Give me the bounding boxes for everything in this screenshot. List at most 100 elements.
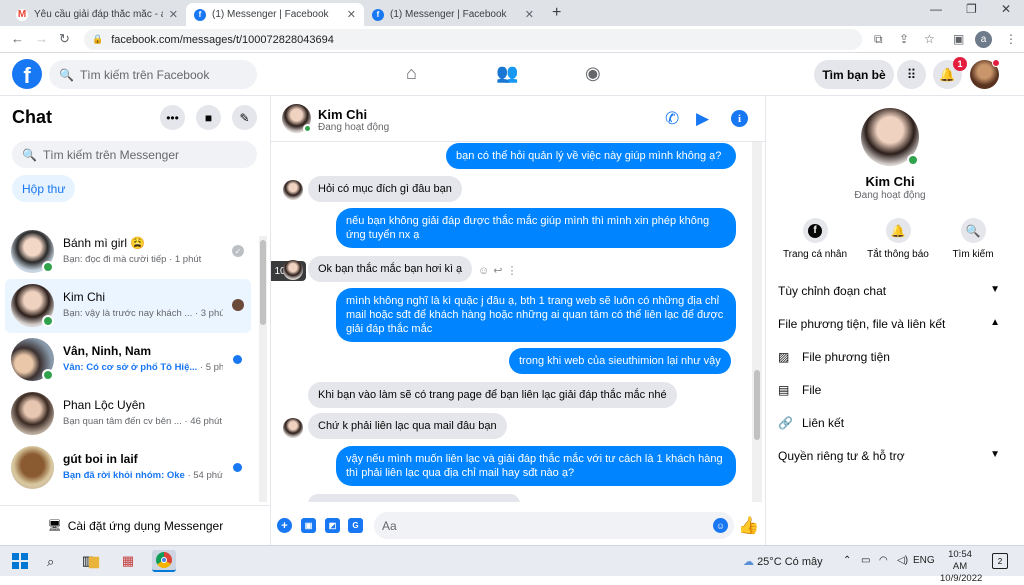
message-bubble-incoming-partial xyxy=(308,494,520,502)
browser-tab-messenger-active[interactable]: f (1) Messenger | Facebook ✕ xyxy=(186,3,364,26)
message-bubble-incoming: Ok bạn thắc mắc bạn hơi kì ạ xyxy=(308,256,473,282)
store-app-icon[interactable]: ▦ xyxy=(116,550,140,572)
links-item[interactable]: 🔗 Liên kết xyxy=(778,416,1000,430)
facebook-search-input[interactable]: 🔍 Tìm kiếm trên Facebook xyxy=(49,60,257,89)
file-explorer-icon[interactable]: ▆ xyxy=(82,550,106,572)
address-bar[interactable]: 🔒 facebook.com/messages/t/10007282804369… xyxy=(84,29,862,50)
conversation-item[interactable]: Vân, Ninh, Nam Vân: Có cơ sở ở phố Tô Hi… xyxy=(5,333,251,387)
find-friends-button[interactable]: Tìm bạn bè xyxy=(814,60,894,89)
browser-tab-strip: M Yêu cầu giải đáp thắc mắc - anht ✕ f (… xyxy=(0,0,1024,26)
conversation-item[interactable]: gút boi in laif Bạn đã rời khỏi nhóm: Ok… xyxy=(5,441,251,495)
close-tab-icon[interactable]: ✕ xyxy=(347,8,356,21)
media-files-item[interactable]: ▨ File phương tiện xyxy=(778,350,1000,364)
file-icon: ▤ xyxy=(778,383,790,397)
conversation-preview: Bạn: đọc đi mà cười tiếp · 1 phút xyxy=(63,254,202,265)
inbox-filter-chip[interactable]: Hộp thư xyxy=(12,175,76,202)
messenger-search-input[interactable]: 🔍 Tìm kiếm trên Messenger xyxy=(12,141,257,168)
groups-icon[interactable]: ◉ xyxy=(585,63,601,84)
windows-start-icon[interactable] xyxy=(12,553,28,569)
taskbar-clock[interactable]: 10:54 AM 10/9/2022 xyxy=(940,549,982,585)
phone-call-icon[interactable]: ✆ xyxy=(665,109,679,129)
search-in-conversation-action[interactable]: 🔍 Tìm kiếm xyxy=(933,218,1013,260)
react-icon[interactable]: ☺ xyxy=(478,265,493,277)
gmail-icon: M xyxy=(16,8,28,21)
forward-icon[interactable]: → xyxy=(35,31,48,46)
conversation-name: Phan Lộc Uyên xyxy=(63,398,146,412)
translate-icon[interactable]: ⧉ xyxy=(874,32,883,47)
back-icon[interactable]: ← xyxy=(11,31,24,46)
attach-photo-icon[interactable]: ▣ xyxy=(301,518,316,533)
close-window-button[interactable]: ✕ xyxy=(1001,2,1011,16)
taskbar-search-icon[interactable]: ⌕ xyxy=(47,554,54,570)
close-tab-icon[interactable]: ✕ xyxy=(169,8,178,21)
new-tab-button[interactable]: + xyxy=(552,4,561,22)
input-language[interactable]: ENG xyxy=(913,555,935,566)
restore-window-button[interactable]: ❐ xyxy=(966,2,977,16)
network-icon[interactable]: ▭ xyxy=(861,555,870,566)
more-options-icon[interactable]: ••• xyxy=(160,105,185,130)
account-avatar[interactable] xyxy=(970,59,1000,89)
link-icon: 🔗 xyxy=(778,416,793,430)
conversation-name: gút boi in laif xyxy=(63,452,138,466)
customize-chat-section[interactable]: Tùy chỉnh đoạn chat ▼ xyxy=(778,284,1000,298)
more-icon[interactable]: ⋮ xyxy=(506,265,521,277)
browser-tab-gmail[interactable]: M Yêu cầu giải đáp thắc mắc - anht ✕ xyxy=(8,3,186,26)
conversation-item[interactable]: Bánh mì girl 😩 Bạn: đọc đi mà cười tiếp … xyxy=(5,225,251,279)
gif-icon[interactable]: G xyxy=(348,518,363,533)
media-files-links-section[interactable]: File phương tiện, file và liên kết ▲ xyxy=(778,317,1000,331)
conversation-item[interactable]: Phan Lộc Uyên Bạn quan tâm đến cv bên ..… xyxy=(5,387,251,441)
friends-icon[interactable]: 👥 xyxy=(496,63,518,84)
video-call-room-icon[interactable]: ■ xyxy=(196,105,221,130)
search-icon: 🔍 xyxy=(59,67,74,82)
sender-avatar xyxy=(283,418,303,438)
chrome-icon[interactable] xyxy=(152,550,176,572)
conversation-item-selected[interactable]: Kim Chi Bạn: vậy là trước nay khách ... … xyxy=(5,279,251,333)
facebook-icon: f xyxy=(194,8,206,21)
chevron-down-icon: ▼ xyxy=(990,449,1000,460)
thumbs-up-icon[interactable]: 👍 xyxy=(738,516,759,536)
more-actions-plus-icon[interactable]: + xyxy=(277,518,292,533)
scrollbar-thumb[interactable] xyxy=(754,370,760,440)
weather-widget[interactable]: ☁ 25°C Có mây xyxy=(743,555,823,568)
conversation-info-icon[interactable]: i xyxy=(731,110,748,127)
online-indicator xyxy=(42,369,54,381)
facebook-logo[interactable]: f xyxy=(12,59,42,89)
mute-notifications-action[interactable]: 🔔 Tắt thông báo xyxy=(858,218,938,260)
privacy-support-section[interactable]: Quyền riêng tư & hỗ trợ ▼ xyxy=(778,449,1000,463)
facebook-icon: f xyxy=(802,218,828,243)
home-icon[interactable]: ⌂ xyxy=(406,63,417,84)
online-indicator xyxy=(42,261,54,273)
online-indicator xyxy=(907,154,919,166)
bookmark-star-icon[interactable]: ☆ xyxy=(924,32,935,46)
new-message-icon[interactable]: ✎ xyxy=(232,105,257,130)
contact-name[interactable]: Kim Chi xyxy=(318,107,367,122)
reload-icon[interactable]: ↻ xyxy=(59,31,70,47)
facebook-header: f 🔍 Tìm kiếm trên Facebook ⌂ 👥 ◉ Tìm bạn… xyxy=(0,53,1024,96)
tray-overflow-icon[interactable]: ⌃ xyxy=(843,555,851,566)
conversation-preview: Vân: Có cơ sở ở phố Tô Hiệ... · 5 phút xyxy=(63,362,223,373)
share-icon[interactable]: ⇪ xyxy=(899,32,909,46)
profile-action[interactable]: f Trang cá nhân xyxy=(775,218,855,260)
install-messenger-app-button[interactable]: 🖥 Cài đặt ứng dụng Messenger xyxy=(0,505,271,545)
video-call-icon[interactable]: ▶ xyxy=(696,109,709,129)
chat-list-scrollbar[interactable] xyxy=(259,236,267,502)
notification-center-icon[interactable]: 2 xyxy=(992,553,1008,569)
browser-profile-avatar[interactable]: a xyxy=(975,31,992,48)
message-input[interactable]: Aa ☺ xyxy=(374,512,734,539)
close-tab-icon[interactable]: ✕ xyxy=(525,8,534,21)
url-text: facebook.com/messages/t/100072828043694 xyxy=(111,33,334,46)
menu-grid-icon[interactable]: ⠿ xyxy=(897,60,926,89)
browser-menu-icon[interactable]: ⋮ xyxy=(1005,32,1017,46)
scrollbar-thumb[interactable] xyxy=(260,240,266,325)
minimize-window-button[interactable]: — xyxy=(930,2,942,16)
browser-tab-messenger[interactable]: f (1) Messenger | Facebook ✕ xyxy=(364,3,542,26)
emoji-icon[interactable]: ☺ xyxy=(713,518,728,533)
sticker-icon[interactable]: ◩ xyxy=(325,518,340,533)
message-bubble-outgoing: bạn có thể hỏi quản lý về việc này giúp … xyxy=(446,143,736,169)
files-item[interactable]: ▤ File xyxy=(778,383,1000,397)
message-scrollbar[interactable] xyxy=(752,142,762,502)
side-panel-icon[interactable]: ▣ xyxy=(953,32,964,46)
reply-icon[interactable]: ↩ xyxy=(493,265,506,277)
wifi-icon[interactable]: ◠ xyxy=(879,555,888,566)
volume-icon[interactable]: ◁) xyxy=(897,555,908,566)
